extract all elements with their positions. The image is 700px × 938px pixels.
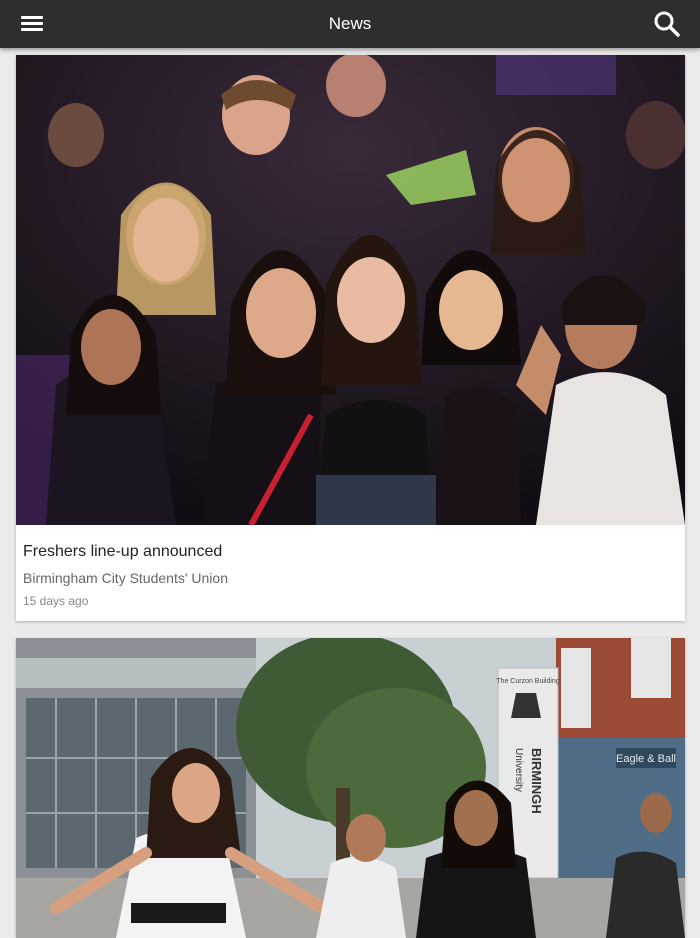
- shop-sign-text: Eagle & Ball: [616, 753, 676, 765]
- news-card[interactable]: Freshers line-up announced Birmingham Ci…: [16, 55, 685, 621]
- sign-sub-text: University: [513, 748, 524, 792]
- article-image: Eagle & Ball The Curzon Building BIRMING…: [16, 638, 685, 938]
- page-title: News: [328, 14, 372, 33]
- news-card[interactable]: Eagle & Ball The Curzon Building BIRMING…: [16, 638, 685, 938]
- app-bar: News: [0, 0, 700, 48]
- sign-building-name: The Curzon Building: [496, 678, 560, 685]
- sign-main-text: BIRMINGH: [529, 748, 544, 814]
- article-image: [16, 55, 685, 525]
- article-source: Birmingham City Students' Union: [23, 570, 228, 586]
- article-headline: Freshers line-up announced: [23, 543, 223, 560]
- article-timestamp: 15 days ago: [23, 594, 89, 608]
- search-icon[interactable]: [652, 9, 682, 39]
